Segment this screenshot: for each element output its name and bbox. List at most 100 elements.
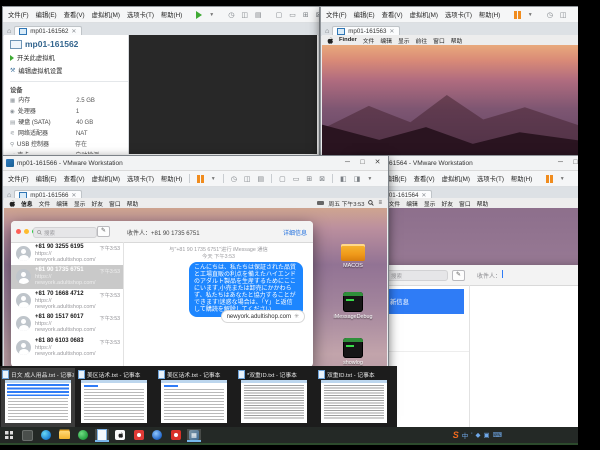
conversation-row-selected[interactable]: +81 90 1735 6751 下午3:53 https:// newyork…: [11, 265, 123, 288]
search-input[interactable]: 搜索: [33, 227, 97, 238]
snapshot-icon[interactable]: ◷: [231, 175, 237, 183]
menu-view[interactable]: 查看(V): [64, 174, 85, 183]
home-tab-icon[interactable]: ⌂: [325, 28, 329, 35]
sogou-ime-icon[interactable]: S: [453, 430, 459, 440]
menu-view[interactable]: 查看(V): [382, 10, 403, 19]
home-tab-icon[interactable]: ⌂: [7, 28, 11, 35]
mac-menu-window[interactable]: 窗口: [109, 199, 121, 208]
menubar-clock[interactable]: 周五 下午3:53: [328, 199, 364, 208]
minimize-button[interactable]: ─: [553, 156, 568, 170]
mac-menu-help[interactable]: 帮助: [451, 36, 463, 45]
pause-icon[interactable]: [546, 175, 553, 183]
notepad-preview[interactable]: 美区话术.txt - 记事本: [157, 368, 231, 427]
conversation-row[interactable]: +81 80 6103 0683 下午3:53 https:// newyork…: [11, 336, 123, 359]
menu-tabs[interactable]: 选项卡(T): [127, 174, 154, 183]
mac-menu-edit[interactable]: 编辑: [56, 199, 68, 208]
details-button[interactable]: 详细信息: [283, 228, 307, 237]
pause-icon[interactable]: [514, 11, 521, 19]
window-titlebar[interactable]: mp01-161566 - VMware Workstation ─ □ ✕: [3, 156, 388, 171]
menu-help[interactable]: 帮助(H): [161, 174, 182, 183]
conversation-row[interactable]: +81 80 1517 6017 下午3:53 https:// newyork…: [11, 312, 123, 335]
window-titlebar[interactable]: mp01-161564 - VMware Workstation ─ □ ✕: [353, 156, 600, 171]
mac-menu-help[interactable]: 帮助: [127, 199, 139, 208]
menu-vm[interactable]: 虚拟机(M): [410, 10, 438, 19]
mac-menu-edit[interactable]: 编辑: [380, 36, 392, 45]
menu-tabs[interactable]: 选项卡(T): [445, 10, 472, 19]
link-preview-bubble[interactable]: newyork.adultishop.com ✳: [221, 310, 305, 323]
notepad-preview[interactable]: *双重ID.txt - 记事本: [237, 368, 311, 427]
finder-menu[interactable]: Finder: [339, 37, 357, 43]
apple-icon[interactable]: [9, 200, 15, 207]
green-app-button[interactable]: [76, 429, 90, 442]
menu-help[interactable]: 帮助(H): [161, 10, 182, 19]
menu-help[interactable]: 帮助(H): [511, 174, 532, 183]
menu-tabs[interactable]: 选项卡(T): [477, 174, 504, 183]
pause-icon[interactable]: [197, 175, 204, 183]
maximize-button[interactable]: □: [355, 156, 370, 170]
mac-menu-file[interactable]: 文件: [363, 36, 375, 45]
settings-icon[interactable]: ▤: [257, 175, 264, 183]
minimize-button[interactable]: ─: [340, 156, 355, 170]
settings-icon[interactable]: ▤: [255, 11, 262, 19]
desktop-icon-macos[interactable]: MACOS: [330, 244, 376, 269]
edit-settings-link[interactable]: ⚒ 编辑虚拟机设置: [10, 66, 128, 75]
mac-menu-window[interactable]: 窗口: [459, 199, 471, 208]
red-app-2-button[interactable]: [169, 429, 183, 442]
vmware-button[interactable]: ▦: [187, 429, 201, 442]
menu-file[interactable]: 文件(F): [8, 10, 29, 19]
conversation-row[interactable]: +81 90 3255 6195 下午3:53 https:// newyork…: [11, 242, 123, 265]
messages-menu[interactable]: 信息: [21, 199, 33, 208]
task-view-button[interactable]: [21, 429, 35, 442]
mac-menu-view[interactable]: 显示: [74, 199, 86, 208]
clone-icon[interactable]: ◫: [244, 175, 251, 183]
file-explorer-button[interactable]: [58, 429, 72, 442]
console-icon[interactable]: ▭: [293, 175, 300, 183]
menu-edit[interactable]: 编辑(E): [36, 174, 57, 183]
tab-close-icon[interactable]: ✕: [71, 28, 76, 35]
itunes-button[interactable]: [113, 429, 127, 442]
menu-vm[interactable]: 虚拟机(M): [92, 10, 120, 19]
spotlight-icon[interactable]: [368, 200, 374, 206]
toolbar-dropdown-icon[interactable]: ▼: [367, 176, 372, 182]
power-dropdown-icon[interactable]: ▼: [209, 12, 214, 18]
ime-voice-icon[interactable]: ◆: [475, 431, 480, 439]
power-on-link[interactable]: 开关此虚拟机: [10, 53, 128, 62]
close-button[interactable]: ✕: [370, 156, 385, 170]
exit-fullscreen-icon[interactable]: ⊠: [316, 11, 319, 19]
console-icon[interactable]: ▭: [289, 11, 296, 19]
tab-close-icon[interactable]: ✕: [389, 28, 394, 35]
mac-menu-window[interactable]: 窗口: [433, 36, 445, 45]
mac-menu-buddies[interactable]: 好友: [91, 199, 103, 208]
clone-icon[interactable]: ◫: [241, 11, 248, 19]
minimize-traffic-light[interactable]: [24, 229, 29, 234]
notepad-button[interactable]: [95, 429, 109, 442]
notepad-preview[interactable]: 美区话术.txt - 记事本: [77, 368, 151, 427]
conversation-row[interactable]: +81 70 1668 4712 下午3:53 https:// newyork…: [11, 289, 123, 312]
thumbnail-bar-icon[interactable]: ◨: [354, 175, 361, 183]
desktop-icon-showlog[interactable]: showlog: [330, 338, 376, 366]
apple-icon[interactable]: [327, 37, 333, 44]
unity-icon[interactable]: ▢: [279, 175, 286, 183]
unity-icon[interactable]: ▢: [276, 11, 283, 19]
menu-edit[interactable]: 编辑(E): [354, 10, 375, 19]
mac-menu-view[interactable]: 显示: [424, 199, 436, 208]
menu-help[interactable]: 帮助(H): [479, 10, 500, 19]
mac-menu-go[interactable]: 前往: [416, 36, 428, 45]
power-dropdown-icon[interactable]: ▼: [211, 176, 216, 182]
red-app-button[interactable]: [132, 429, 146, 442]
ime-language-icon[interactable]: 中: [462, 430, 469, 440]
exit-fullscreen-icon[interactable]: ⊠: [319, 175, 325, 183]
clone-icon[interactable]: ◫: [560, 11, 567, 19]
menu-vm[interactable]: 虚拟机(M): [442, 174, 470, 183]
fullscreen-icon[interactable]: ⊞: [303, 11, 309, 19]
start-button[interactable]: [2, 429, 16, 442]
ime-punctuation-icon[interactable]: ': [471, 432, 472, 439]
blue-browser-button[interactable]: [150, 429, 164, 442]
mac-menu-view[interactable]: 显示: [398, 36, 410, 45]
power-on-icon[interactable]: [196, 11, 202, 19]
close-traffic-light[interactable]: [16, 229, 21, 234]
menu-view[interactable]: 查看(V): [64, 10, 85, 19]
notification-center-icon[interactable]: ≡: [378, 200, 382, 206]
snapshot-icon[interactable]: ◷: [228, 11, 234, 19]
fullscreen-icon[interactable]: ⊞: [306, 175, 312, 183]
